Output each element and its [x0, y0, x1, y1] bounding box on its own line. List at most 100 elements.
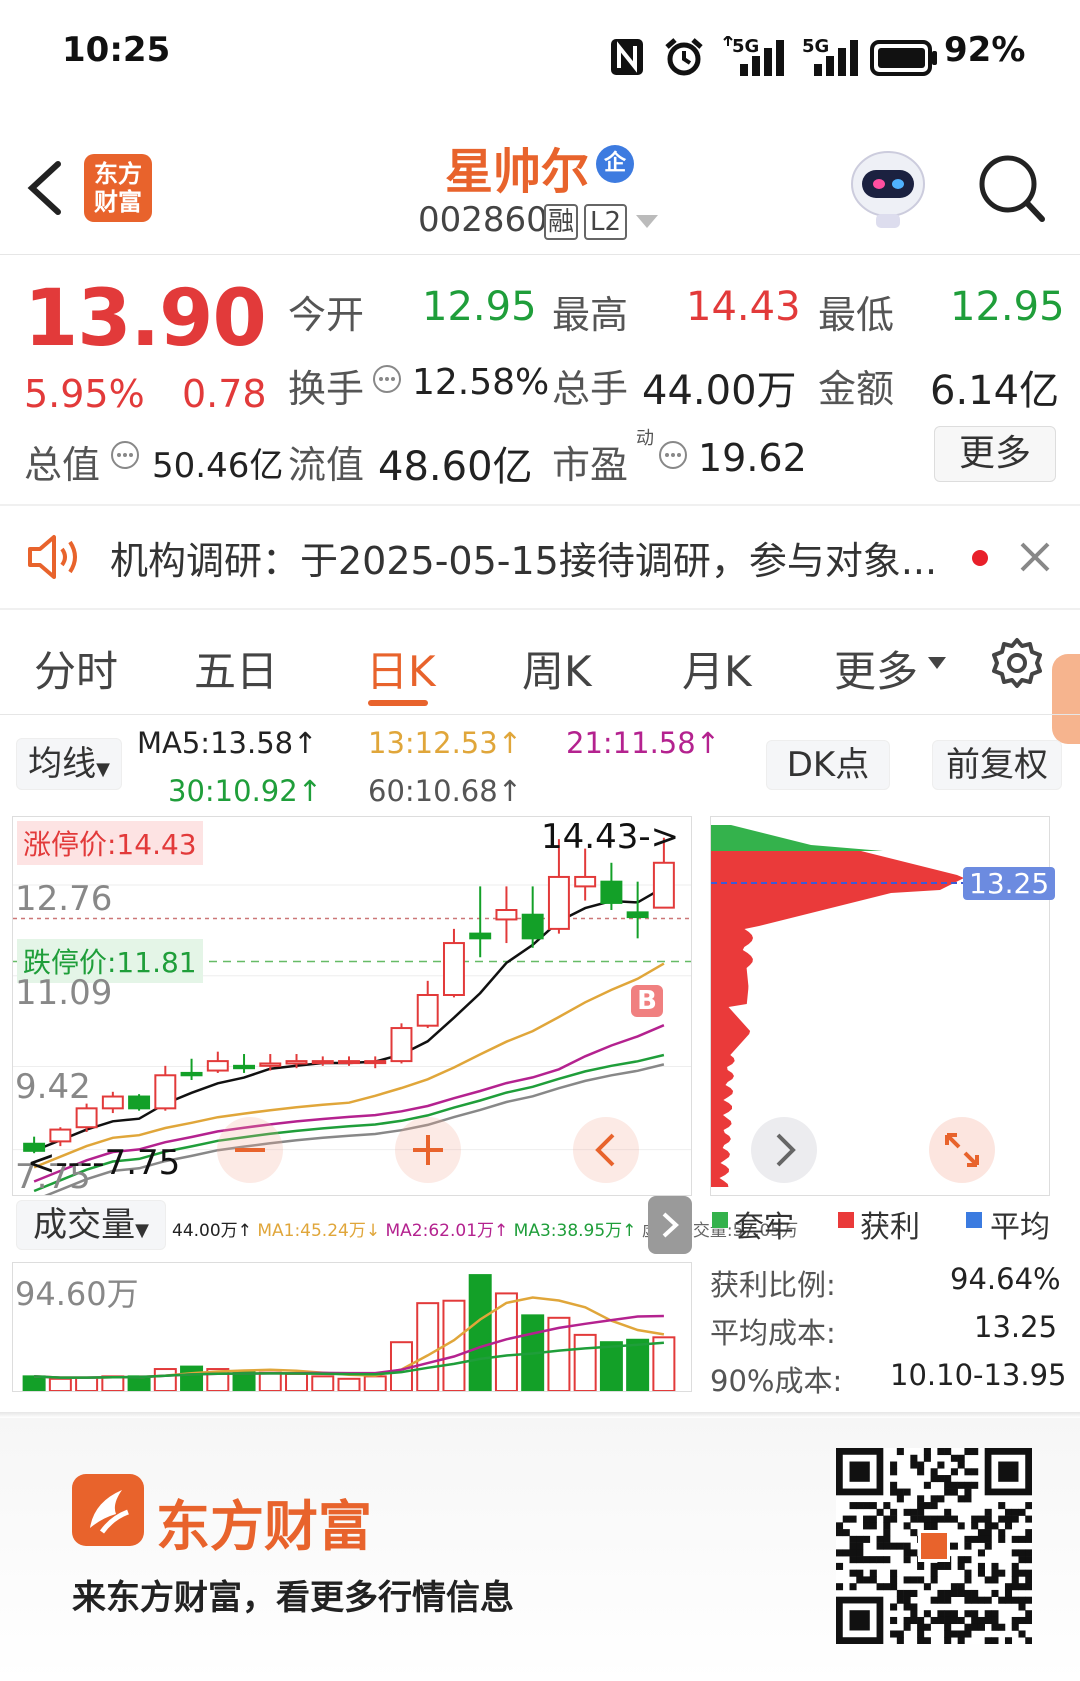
tab-weekly-k[interactable]: 周K [522, 638, 592, 699]
qr-module [977, 1515, 985, 1523]
code-dropdown-icon[interactable] [636, 214, 658, 228]
qr-module [998, 1529, 1006, 1537]
active-tab-indicator [368, 700, 428, 706]
chip-distribution-chart[interactable]: 13.25 [710, 816, 1056, 1196]
ma13-value: 13:12.53↑ [368, 726, 522, 760]
qr-module [977, 1535, 985, 1543]
qr-module [863, 1576, 871, 1584]
zoom-in-button[interactable] [395, 1117, 461, 1183]
qr-module [1025, 1616, 1033, 1625]
more-quote-button[interactable]: 更多 [934, 426, 1056, 482]
qr-module [917, 1562, 925, 1570]
search-icon[interactable] [976, 152, 1046, 224]
qr-module [910, 1603, 918, 1611]
qr-module [991, 1616, 999, 1625]
pe-info-icon[interactable] [658, 440, 688, 470]
qr-module [863, 1535, 871, 1543]
candle-body [652, 861, 675, 909]
volume-indicator-select[interactable]: 成交量▼ [16, 1200, 166, 1250]
chip-next-button[interactable] [751, 1117, 817, 1183]
market-cap-value: 50.46亿 [152, 446, 284, 486]
qr-module [1004, 1589, 1013, 1597]
qr-module [890, 1461, 898, 1469]
qr-module [971, 1448, 979, 1456]
qr-module [1004, 1583, 1013, 1591]
qr-module [1018, 1603, 1026, 1611]
qr-module [930, 1569, 938, 1577]
qr-module [917, 1508, 925, 1516]
tab-daily-k[interactable]: 日K [366, 638, 436, 699]
volume-panel-toggle-button[interactable] [648, 1196, 692, 1254]
forward-adjust-button[interactable]: 前复权 [932, 740, 1062, 790]
qr-module [957, 1481, 965, 1489]
qr-module [923, 1502, 931, 1510]
header-divider [0, 254, 1080, 255]
market-cap-info-icon[interactable] [110, 440, 140, 470]
qr-module [1018, 1508, 1026, 1516]
volume-bar [416, 1302, 440, 1391]
qr-module [1011, 1623, 1019, 1631]
y-label-3: 9.42 [15, 1067, 91, 1107]
float-cap-label: 流值 [288, 443, 365, 487]
qr-module [957, 1454, 965, 1462]
qr-module [883, 1583, 891, 1591]
buy-marker[interactable]: B [631, 985, 663, 1017]
qr-module [896, 1589, 904, 1597]
qr-module [930, 1576, 938, 1584]
zoom-out-button[interactable] [217, 1117, 283, 1183]
close-notice-icon[interactable] [1018, 540, 1052, 574]
tab-monthly-k[interactable]: 月K [682, 638, 752, 699]
qr-module [856, 1535, 864, 1543]
kline-chart[interactable]: 涨停价:14.43 跌停价:11.81 12.76 11.09 9.42 7.7… [12, 816, 692, 1197]
qr-module [1018, 1556, 1026, 1564]
qr-code [836, 1448, 1033, 1645]
qr-module [910, 1610, 918, 1618]
qr-module [917, 1495, 925, 1503]
dk-point-button[interactable]: DK点 [766, 740, 890, 790]
tab-five-day[interactable]: 五日 [194, 638, 278, 699]
qr-module [944, 1630, 952, 1638]
qr-module [903, 1596, 911, 1604]
chip-expand-button[interactable] [929, 1117, 995, 1183]
qr-module [1011, 1549, 1019, 1557]
indicator-type-select[interactable]: 均线▼ [16, 738, 122, 790]
notice-text[interactable]: 机构调研：于2025-05-15接待调研，参与对象... [110, 530, 937, 585]
qr-module [957, 1556, 965, 1564]
qr-module [1011, 1535, 1019, 1543]
settings-gear-icon[interactable] [990, 636, 1044, 690]
qr-module [957, 1583, 965, 1591]
robot-assistant-icon[interactable] [846, 144, 930, 230]
qr-module [923, 1448, 931, 1456]
footer-brand: 东方财富 [156, 1495, 372, 1558]
turnover-info-icon[interactable] [372, 364, 402, 394]
qr-module [876, 1556, 884, 1564]
qr-module [984, 1637, 992, 1645]
qr-module [937, 1596, 945, 1604]
qr-module [856, 1556, 864, 1564]
open-value: 12.95 [422, 284, 537, 330]
candle-body [574, 875, 597, 888]
candle-body [626, 911, 649, 919]
tab-more[interactable]: 更多 [834, 638, 918, 699]
candle-body [285, 1060, 308, 1065]
qr-module [1025, 1569, 1033, 1577]
qr-module [896, 1596, 904, 1604]
high-marker: 14.43-> [541, 817, 680, 857]
qr-module [903, 1542, 911, 1550]
qr-module [849, 1535, 857, 1543]
tab-intraday[interactable]: 分时 [34, 638, 118, 699]
qr-module [896, 1542, 904, 1550]
avg-cost-label: 平均成本: [710, 1316, 836, 1350]
qr-module [883, 1522, 891, 1530]
side-panel-handle[interactable] [1052, 654, 1080, 744]
qr-module [950, 1454, 958, 1462]
volume-chart[interactable]: 94.60万 [12, 1262, 692, 1392]
candle-body [390, 1027, 413, 1063]
footer-logo-icon [72, 1474, 144, 1546]
scroll-left-button[interactable] [573, 1117, 639, 1183]
qr-module [950, 1616, 958, 1625]
qr-logo [921, 1533, 947, 1559]
qr-module [1025, 1583, 1033, 1591]
qr-module [950, 1515, 958, 1523]
back-button[interactable] [24, 158, 64, 218]
